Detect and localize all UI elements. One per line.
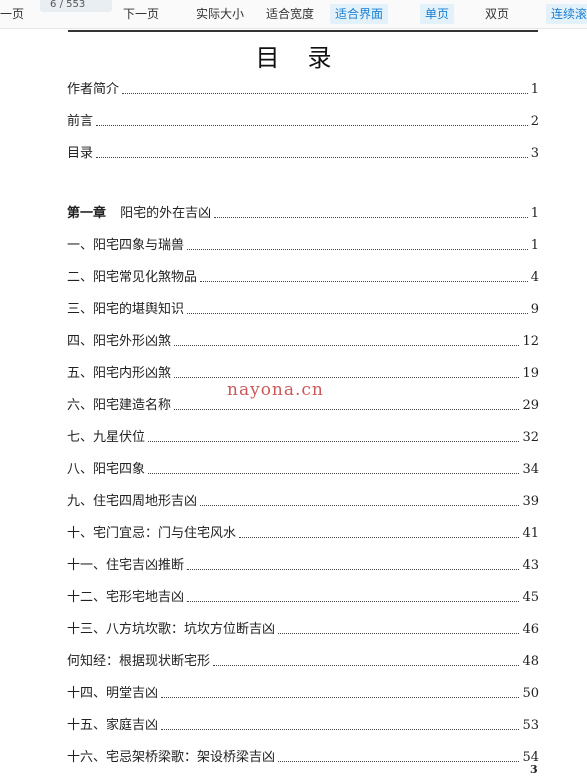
dot-leader [174, 345, 520, 346]
prev-page-button[interactable]: 一页 [0, 4, 24, 24]
toc-entry-label: 十六、宅忌架桥梁歌：架设桥梁吉凶 [67, 750, 276, 765]
toc-entry[interactable]: 四、阳宅外形凶煞 12 [67, 331, 539, 351]
toc-entry-page-number: 53 [522, 718, 539, 733]
toc-entry-label: 二、阳宅常见化煞物品 [67, 270, 198, 285]
dot-leader [161, 729, 520, 730]
continuous-scroll-button[interactable]: 连续滚 [546, 4, 587, 24]
toc-entry[interactable]: 前言 2 [67, 111, 539, 131]
toc-entry[interactable]: 七、九星伏位 32 [67, 427, 539, 447]
fit-page-button[interactable]: 适合界面 [330, 4, 389, 24]
toc-entry-page-number: 1 [530, 82, 539, 97]
toc-entry[interactable]: 十五、家庭吉凶 53 [67, 715, 539, 735]
watermark: nayona.cn [227, 380, 324, 400]
dot-leader [122, 93, 528, 94]
dot-leader [174, 409, 520, 410]
toc-entry-label: 六、阳宅建造名称 [67, 398, 172, 413]
toc-entry-label: 目录 [67, 146, 94, 161]
toc-entry[interactable]: 目录 3 [67, 143, 539, 163]
dot-leader [213, 665, 520, 666]
dot-leader [278, 761, 520, 762]
toc-entry-label: 十二、宅形宅地吉凶 [67, 590, 185, 605]
toc-entry[interactable]: 何知经：根据现状断宅形 48 [67, 651, 539, 671]
toc-entry-page-number: 1 [530, 238, 539, 253]
fit-width-button[interactable]: 适合宽度 [266, 4, 314, 24]
dot-leader [187, 569, 520, 570]
actual-size-button[interactable]: 实际大小 [196, 4, 244, 24]
toc-entry-label: 一、阳宅四象与瑞兽 [67, 238, 185, 253]
toc-entry[interactable]: 十一、住宅吉凶推断 43 [67, 555, 539, 575]
toc-entry-label: 十四、明堂吉凶 [67, 686, 159, 701]
toc-entry[interactable]: 十三、八方坑坎歌：坑坎方位断吉凶 46 [67, 619, 539, 639]
dot-leader [187, 313, 528, 314]
toc-entry-label: 何知经：根据现状断宅形 [67, 654, 211, 669]
toc-entry-label: 十一、住宅吉凶推断 [67, 558, 185, 573]
toc-entry-page-number: 2 [530, 114, 539, 129]
toc-entry-label: 五、阳宅内形凶煞 [67, 366, 172, 381]
toc-entry-page-number: 43 [522, 558, 539, 573]
chapter-label: 第一章 [67, 206, 107, 221]
dot-leader [148, 473, 520, 474]
page-total: / 553 [59, 0, 86, 10]
dot-leader [214, 217, 528, 218]
dot-leader [174, 377, 520, 378]
page-number: 3 [530, 763, 538, 776]
toc-entry-label: 三、阳宅的堪舆知识 [67, 302, 185, 317]
toc-entry-page-number: 45 [522, 590, 539, 605]
toc-entry-page-number: 4 [530, 270, 539, 285]
dot-leader [239, 537, 520, 538]
toc-entry-label: 十五、家庭吉凶 [67, 718, 159, 733]
page-current: 6 [50, 0, 57, 10]
toc-entry-page-number: 9 [530, 302, 539, 317]
toc-entry[interactable]: 三、阳宅的堪舆知识 9 [67, 299, 539, 319]
dot-leader [187, 601, 520, 602]
toc-entry[interactable]: 一、阳宅四象与瑞兽 1 [67, 235, 539, 255]
toc-entry-page-number: 50 [522, 686, 539, 701]
toc-entry-page-number: 29 [522, 398, 539, 413]
dot-leader [187, 249, 528, 250]
toc-entry-page-number: 48 [522, 654, 539, 669]
page-title: 目录 [255, 44, 360, 72]
toc-entry-page-number: 3 [530, 146, 539, 161]
next-page-button[interactable]: 下一页 [123, 4, 159, 24]
toc-entry[interactable]: 十六、宅忌架桥梁歌：架设桥梁吉凶 54 [67, 747, 539, 767]
dot-leader [96, 157, 528, 158]
toc-entry[interactable]: 十二、宅形宅地吉凶 45 [67, 587, 539, 607]
toc-entry-label: 作者简介 [67, 82, 120, 97]
dot-leader [200, 505, 520, 506]
toc-entry-page-number: 46 [522, 622, 539, 637]
toc-entry-label: 十三、八方坑坎歌：坑坎方位断吉凶 [67, 622, 276, 637]
toc-entry[interactable]: 十、宅门宜忌：门与住宅风水 41 [67, 523, 539, 543]
dot-leader [161, 697, 520, 698]
toc-entry-page-number: 34 [522, 462, 539, 477]
toc-entry[interactable]: 十四、明堂吉凶 50 [67, 683, 539, 703]
double-page-button[interactable]: 双页 [485, 4, 509, 24]
dot-leader [200, 281, 528, 282]
chapter-title: 阳宅的外在吉凶 [120, 206, 212, 221]
dot-leader [96, 125, 528, 126]
dot-leader [148, 441, 520, 442]
toc-entry[interactable]: 九、住宅四周地形吉凶 39 [67, 491, 539, 511]
toc-entry-page-number: 19 [522, 366, 539, 381]
toc-entry-label: 十、宅门宜忌：门与住宅风水 [67, 526, 237, 541]
toc-entry-label: 九、住宅四周地形吉凶 [67, 494, 198, 509]
toc-chapter-entry[interactable]: 第一章 阳宅的外在吉凶 1 [67, 203, 539, 223]
toc-entry-page-number: 41 [522, 526, 539, 541]
toc-entry-label: 前言 [67, 114, 94, 129]
header-rule [68, 30, 538, 32]
toc-entry[interactable]: 八、阳宅四象 34 [67, 459, 539, 479]
toc-entry-page-number: 12 [522, 334, 539, 349]
toc-entry-label: 七、九星伏位 [67, 430, 146, 445]
viewer-toolbar: 6 / 553 一页 下一页 实际大小 适合宽度 适合界面 单页 双页 连续滚 [0, 0, 587, 29]
dot-leader [278, 633, 520, 634]
toc-entry-page-number: 32 [522, 430, 539, 445]
single-page-button[interactable]: 单页 [420, 4, 455, 24]
toc-entry[interactable]: 二、阳宅常见化煞物品 4 [67, 267, 539, 287]
page-indicator[interactable]: 6 / 553 [40, 0, 112, 12]
chapter-page-number: 1 [530, 206, 539, 221]
toc-entry-label: 八、阳宅四象 [67, 462, 146, 477]
toc-entry-label: 四、阳宅外形凶煞 [67, 334, 172, 349]
toc-entry-page-number: 39 [522, 494, 539, 509]
toc-entry[interactable]: 作者简介 1 [67, 79, 539, 99]
